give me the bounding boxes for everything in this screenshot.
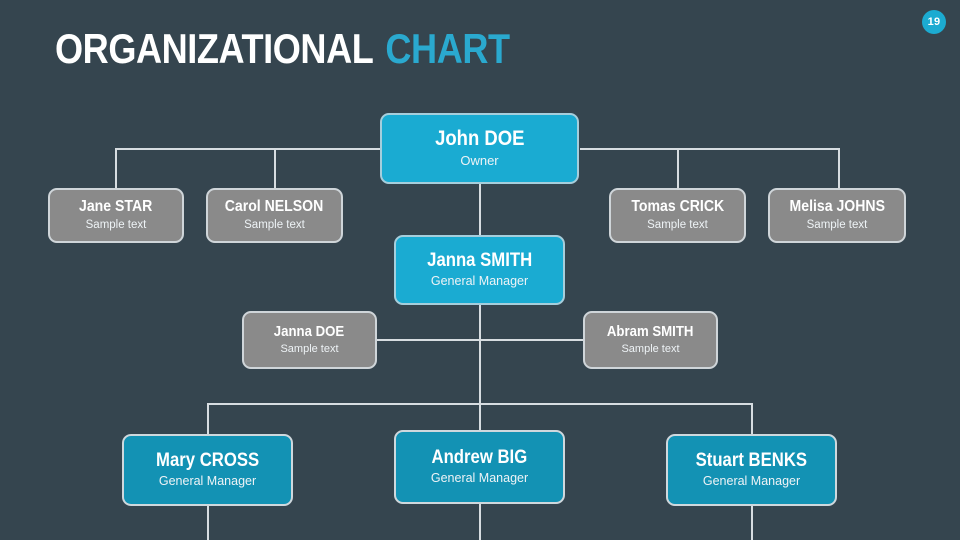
org-node-andrew-big[interactable]: Andrew BIG General Manager xyxy=(394,430,565,504)
org-node-role: General Manager xyxy=(430,273,529,288)
connector-spine-lower xyxy=(479,305,481,403)
connector-drop-mary-cross xyxy=(207,403,209,434)
org-node-name: Tomas CRICK xyxy=(631,197,724,215)
connector-drop-melisa-johns xyxy=(838,148,840,189)
org-node-role: General Manager xyxy=(430,470,529,485)
connector-tail-andrew-big xyxy=(479,504,481,540)
org-node-stuart-benks[interactable]: Stuart BENKS General Manager xyxy=(666,434,837,506)
org-node-role: Sample text xyxy=(85,218,147,231)
connector-tail-mary-cross xyxy=(207,506,209,540)
org-node-role: Owner xyxy=(460,153,499,169)
connector-drop-carol-nelson xyxy=(274,148,276,189)
org-node-abram-smith[interactable]: Abram SMITH Sample text xyxy=(583,311,718,369)
org-node-role: General Manager xyxy=(702,473,801,488)
org-node-name: Stuart BENKS xyxy=(695,450,808,472)
connector-drop-jane-star xyxy=(115,148,117,189)
org-node-role: Sample text xyxy=(647,218,708,231)
org-node-john-doe[interactable]: John DOE Owner xyxy=(380,113,579,184)
org-node-mary-cross[interactable]: Mary CROSS General Manager xyxy=(122,434,293,506)
org-node-role: Sample text xyxy=(621,342,680,355)
org-node-janna-doe[interactable]: Janna DOE Sample text xyxy=(242,311,377,369)
org-node-name: Janna SMITH xyxy=(427,250,532,272)
org-node-tomas-crick[interactable]: Tomas CRICK Sample text xyxy=(609,188,746,243)
org-node-melisa-johns[interactable]: Melisa JOHNS Sample text xyxy=(768,188,906,243)
connector-root-bus-right xyxy=(580,148,839,150)
connector-drop-andrew-big xyxy=(479,403,481,430)
page-title-accent: CHART xyxy=(385,25,510,72)
connector-drop-stuart-benks xyxy=(751,403,753,434)
org-node-name: Jane STAR xyxy=(79,197,153,215)
org-node-name: Melisa JOHNS xyxy=(789,197,885,215)
page-number-badge: 19 xyxy=(922,10,946,34)
slide-canvas: ORGANIZATIONAL CHART 19 John DOE Owner Ja… xyxy=(0,0,960,540)
connector-spine-main xyxy=(479,183,481,235)
org-node-name: Mary CROSS xyxy=(155,450,260,472)
org-node-name: Andrew BIG xyxy=(431,447,528,469)
org-node-jane-star[interactable]: Jane STAR Sample text xyxy=(48,188,184,243)
org-node-role: General Manager xyxy=(158,473,257,488)
org-node-role: Sample text xyxy=(244,218,305,231)
org-node-role: Sample text xyxy=(280,342,339,355)
org-node-name: John DOE xyxy=(434,127,525,151)
org-node-role: Sample text xyxy=(806,218,868,231)
connector-branch-janna-doe xyxy=(376,339,480,341)
org-node-name: Carol NELSON xyxy=(225,197,324,215)
connector-tail-stuart-benks xyxy=(751,506,753,540)
connector-branch-abram-smith xyxy=(479,339,584,341)
org-node-carol-nelson[interactable]: Carol NELSON Sample text xyxy=(206,188,343,243)
org-node-name: Janna DOE xyxy=(274,323,345,341)
org-node-janna-smith[interactable]: Janna SMITH General Manager xyxy=(394,235,565,305)
connector-root-bus-left xyxy=(115,148,380,150)
connector-drop-tomas-crick xyxy=(677,148,679,189)
org-node-name: Abram SMITH xyxy=(607,323,694,341)
page-title: ORGANIZATIONAL CHART xyxy=(55,23,510,75)
page-title-main: ORGANIZATIONAL xyxy=(55,25,374,72)
